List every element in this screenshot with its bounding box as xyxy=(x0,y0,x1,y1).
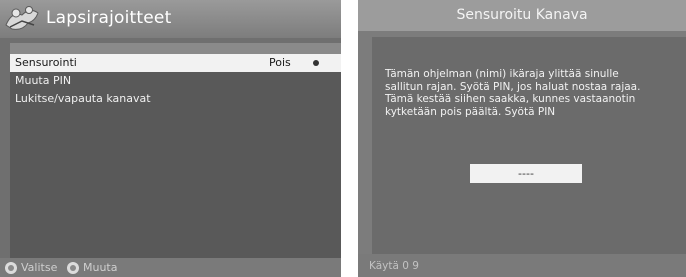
censored-channel-screen: Sensuroitu Kanava Tämän ohjelman (nimi) … xyxy=(358,0,686,277)
select-label: Valitse xyxy=(21,261,58,274)
dialog-footer: Käytä 0 9 xyxy=(358,254,686,277)
menu-item-label: Muuta PIN xyxy=(15,74,72,87)
select-button-icon xyxy=(5,261,17,274)
select-hint[interactable]: Valitse xyxy=(5,261,57,274)
menu-item-label: Sensurointi xyxy=(15,56,77,69)
menu-item-label: Lukitse/vapauta kanavat xyxy=(15,92,151,105)
menu-item-lock-channels[interactable]: Lukitse/vapauta kanavat xyxy=(10,90,341,108)
menu-top-strip xyxy=(10,43,341,54)
menu-item-value: Pois xyxy=(269,56,291,69)
menu-list: Sensurointi Pois Muuta PIN Lukitse/vapau… xyxy=(10,43,341,258)
family-logo-icon xyxy=(2,1,42,35)
change-label: Muuta xyxy=(83,261,118,274)
menu-item-change-pin[interactable]: Muuta PIN xyxy=(10,72,341,90)
change-button-icon xyxy=(67,261,79,274)
keypad-hint: Käytä 0 9 xyxy=(369,260,419,272)
screen-header: Lapsirajoitteet xyxy=(0,0,341,38)
parental-control-screen: Lapsirajoitteet Sensurointi Pois Muuta P… xyxy=(0,0,341,277)
dialog-body: Tämän ohjelman (nimi) ikäraja ylittää si… xyxy=(372,37,686,254)
menu-item-censorship[interactable]: Sensurointi Pois xyxy=(10,54,341,72)
censorship-message: Tämän ohjelman (nimi) ikäraja ylittää si… xyxy=(385,68,641,118)
dialog-header: Sensuroitu Kanava xyxy=(358,0,686,31)
screen-title: Lapsirajoitteet xyxy=(46,8,172,28)
bullet-icon xyxy=(313,60,319,66)
pin-input[interactable]: ---- xyxy=(470,164,582,183)
screen-footer: Valitse Muuta xyxy=(0,258,341,277)
change-hint[interactable]: Muuta xyxy=(67,261,118,274)
dialog-title: Sensuroitu Kanava xyxy=(456,7,588,23)
